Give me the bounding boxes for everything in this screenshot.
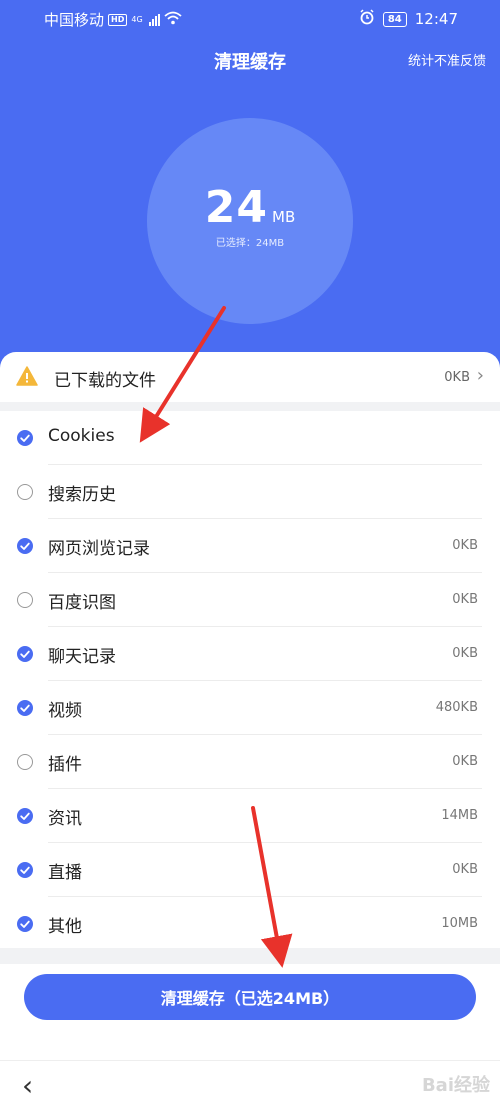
list-item-cookies[interactable]: Cookies xyxy=(0,411,500,465)
check-circle-filled-icon[interactable] xyxy=(17,430,33,446)
cache-amount-value: 24 xyxy=(204,182,268,233)
list-item-plugins[interactable]: 插件 0KB xyxy=(0,735,500,789)
feedback-link[interactable]: 统计不准反馈 xyxy=(408,50,486,69)
status-left: 中国移动 HD 4G xyxy=(44,9,182,30)
item-label: Cookies xyxy=(48,426,115,446)
item-size: 0KB xyxy=(452,592,478,607)
selected-summary: 已选择：24MB xyxy=(215,238,285,249)
item-label: 直播 xyxy=(48,863,82,883)
item-size: 10MB xyxy=(441,916,478,931)
check-circle-filled-icon[interactable] xyxy=(17,916,33,932)
downloaded-files-row[interactable]: 已下载的文件 0KB › xyxy=(0,352,500,402)
check-circle-filled-icon[interactable] xyxy=(17,862,33,878)
item-size: 14MB xyxy=(441,808,478,823)
check-circle-empty-icon[interactable] xyxy=(17,754,33,770)
status-right: 84 12:47 xyxy=(359,9,458,29)
check-circle-filled-icon[interactable] xyxy=(17,700,33,716)
list-item-video[interactable]: 视频 480KB xyxy=(0,681,500,735)
item-label: 其他 xyxy=(48,917,82,937)
bottom-nav-bar: ‹ Bai经验 xyxy=(0,1060,500,1111)
warning-icon xyxy=(16,366,38,390)
status-bar: 中国移动 HD 4G 84 12:47 xyxy=(0,0,500,36)
item-label: 资讯 xyxy=(48,809,82,829)
wifi-icon xyxy=(164,11,182,29)
check-circle-empty-icon[interactable] xyxy=(17,484,33,500)
cache-amount-unit: MB xyxy=(272,208,296,226)
chevron-right-icon: › xyxy=(476,365,484,386)
check-circle-empty-icon[interactable] xyxy=(17,592,33,608)
item-size: 480KB xyxy=(435,700,478,715)
item-label: 网页浏览记录 xyxy=(48,539,150,559)
back-icon[interactable]: ‹ xyxy=(22,1071,33,1101)
network-type: 4G xyxy=(131,15,143,24)
downloaded-files-label: 已下载的文件 xyxy=(54,371,156,391)
section-divider xyxy=(0,948,500,964)
list-item-other[interactable]: 其他 10MB xyxy=(0,897,500,951)
downloaded-files-size: 0KB xyxy=(444,370,470,385)
signal-icon xyxy=(148,13,160,26)
list-item-live[interactable]: 直播 0KB xyxy=(0,843,500,897)
check-circle-filled-icon[interactable] xyxy=(17,646,33,662)
hd-icon: HD xyxy=(108,13,128,26)
list-item-news[interactable]: 资讯 14MB xyxy=(0,789,500,843)
item-size: 0KB xyxy=(452,862,478,877)
alarm-icon xyxy=(359,9,375,29)
list-item-image-search[interactable]: 百度识图 0KB xyxy=(0,573,500,627)
item-label: 插件 xyxy=(48,755,82,775)
item-label: 百度识图 xyxy=(48,593,116,613)
item-size: 0KB xyxy=(452,646,478,661)
check-circle-filled-icon[interactable] xyxy=(17,808,33,824)
item-label: 视频 xyxy=(48,701,82,721)
cache-size-circle: 24 MB 已选择：24MB xyxy=(147,118,353,324)
check-circle-filled-icon[interactable] xyxy=(17,538,33,554)
carrier-name: 中国移动 xyxy=(44,11,105,29)
list-item-chat-history[interactable]: 聊天记录 0KB xyxy=(0,627,500,681)
watermark: Bai经验 xyxy=(421,1075,490,1096)
clean-cache-button[interactable]: 清理缓存（已选24MB） xyxy=(24,974,476,1020)
item-label: 搜索历史 xyxy=(48,485,116,505)
section-divider xyxy=(0,402,500,411)
item-label: 聊天记录 xyxy=(48,647,116,667)
item-size: 0KB xyxy=(452,538,478,553)
cache-amount: 24 MB xyxy=(147,182,353,233)
list-item-search-history[interactable]: 搜索历史 xyxy=(0,465,500,519)
clock: 12:47 xyxy=(414,10,458,28)
list-item-browsing-history[interactable]: 网页浏览记录 0KB xyxy=(0,519,500,573)
battery-icon: 84 xyxy=(382,11,407,27)
item-size: 0KB xyxy=(452,754,478,769)
